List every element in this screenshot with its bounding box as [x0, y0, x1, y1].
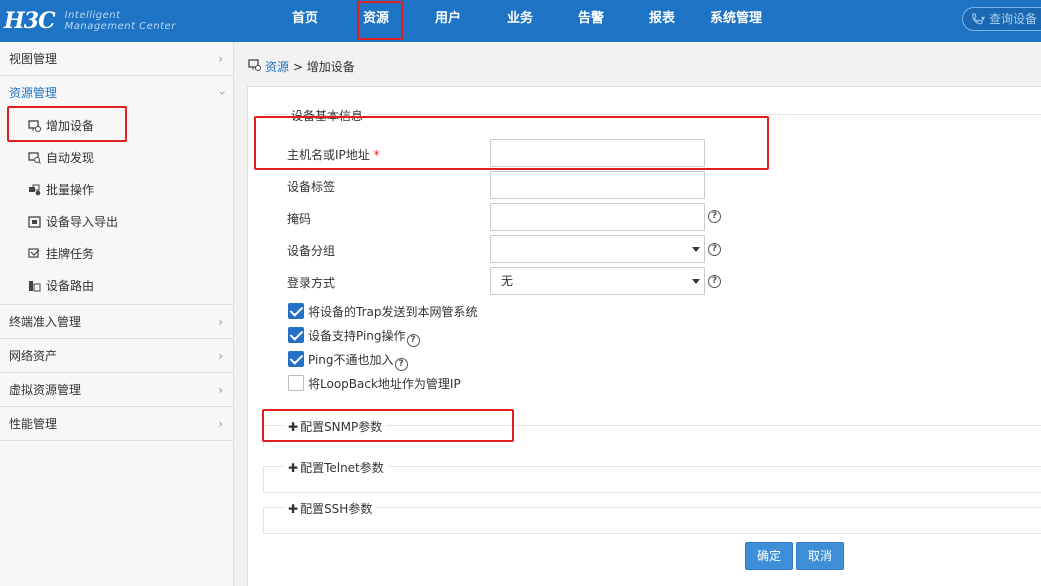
sidebar-item-device-route[interactable]: 设备路由	[0, 270, 233, 302]
sidebar-item-tag-task[interactable]: 挂牌任务	[0, 238, 233, 270]
login-label: 登录方式	[287, 276, 336, 290]
mask-label: 掩码	[287, 212, 312, 226]
chevron-right-icon: ›	[218, 315, 223, 329]
help-icon[interactable]: ?	[708, 275, 721, 288]
help-icon[interactable]: ?	[708, 243, 721, 256]
loopback-label: 将LoopBack地址作为管理IP	[308, 377, 461, 391]
breadcrumb: 资源 > 增加设备	[234, 42, 1041, 86]
fieldset-title: 设备基本信息	[287, 107, 368, 124]
sidebar-item-import-export[interactable]: 设备导入导出	[0, 206, 233, 238]
nav-user[interactable]: 用户	[412, 0, 484, 42]
chevron-right-icon: ›	[218, 349, 223, 363]
ssh-fieldset	[263, 507, 1041, 534]
mask-input[interactable]	[490, 203, 705, 231]
breadcrumb-resource-link[interactable]: 资源	[265, 60, 289, 74]
ping-fail-add-label: Ping不通也加入	[308, 353, 394, 367]
help-icon[interactable]: ?	[708, 210, 721, 223]
fieldset-divider	[263, 114, 1041, 115]
main-nav: 首页 资源 用户 业务 告警 报表 系统管理	[270, 0, 774, 42]
telnet-toggle[interactable]: ✚ 配置Telnet参数	[284, 459, 388, 476]
ok-button[interactable]: 确定	[745, 542, 793, 570]
sidebar-item-add-device[interactable]: 增加设备	[0, 110, 233, 142]
nav-home[interactable]: 首页	[270, 0, 340, 42]
ping-support-label: 设备支持Ping操作	[308, 329, 406, 343]
logo-text: H3C	[4, 8, 56, 34]
sidebar-section-resource[interactable]: 资源管理 ›	[0, 76, 233, 110]
chevron-down-icon: ›	[215, 90, 230, 96]
route-icon	[29, 281, 41, 292]
sidebar-section-assets[interactable]: 网络资产 ›	[0, 339, 233, 373]
h3c-logo: H3C Intelligent Management Center	[4, 4, 176, 38]
snmp-toggle[interactable]: ✚ 配置SNMP参数	[284, 418, 387, 435]
plus-icon: ✚	[288, 461, 299, 475]
batch-icon	[29, 184, 41, 196]
chevron-right-icon: ›	[218, 383, 223, 397]
tag-task-icon	[28, 248, 40, 258]
ping-fail-add-checkbox[interactable]	[288, 351, 304, 367]
logo-subtitle: Intelligent Management Center	[64, 10, 176, 32]
trap-checkbox[interactable]	[288, 303, 304, 319]
cancel-button[interactable]: 取消	[796, 542, 844, 570]
top-nav-bar: H3C Intelligent Management Center 首页 资源 …	[0, 0, 1041, 42]
sidebar: 视图管理 › 资源管理 › 增加设备 自动发现 批量操作 设备导入导出 挂牌任务	[0, 42, 234, 586]
group-label: 设备分组	[287, 244, 336, 258]
nav-alarm[interactable]: 告警	[556, 0, 626, 42]
login-select[interactable]: 无	[490, 267, 705, 295]
search-input[interactable]: 查询设备 ▾	[962, 7, 1041, 31]
breadcrumb-current: 增加设备	[306, 60, 355, 74]
help-icon[interactable]: ?	[394, 358, 408, 371]
nav-system[interactable]: 系统管理	[698, 0, 774, 42]
sidebar-section-virtual[interactable]: 虚拟资源管理 ›	[0, 373, 233, 407]
sidebar-section-view[interactable]: 视图管理 ›	[0, 42, 233, 76]
tag-label: 设备标签	[287, 180, 336, 194]
sidebar-resource-group: 资源管理 › 增加设备 自动发现 批量操作 设备导入导出 挂牌任务 设备路由	[0, 76, 233, 305]
host-label: 主机名或IP地址 *	[287, 148, 380, 162]
plus-icon: ✚	[288, 502, 299, 516]
dropdown-caret-icon	[692, 279, 700, 284]
tag-input[interactable]	[490, 171, 705, 199]
import-export-icon	[28, 216, 41, 228]
chevron-right-icon: ›	[218, 52, 223, 66]
device-icon	[248, 59, 261, 71]
host-input[interactable]	[490, 139, 705, 167]
trap-checkbox-label: 将设备的Trap发送到本网管系统	[308, 305, 478, 319]
required-mark: *	[373, 148, 380, 162]
ping-support-checkbox[interactable]	[288, 327, 304, 343]
chevron-right-icon: ›	[218, 417, 223, 431]
discover-icon	[28, 152, 41, 164]
nav-resource[interactable]: 资源	[340, 0, 412, 42]
add-device-icon	[28, 120, 41, 132]
loopback-checkbox[interactable]	[288, 375, 304, 391]
dropdown-caret-icon	[692, 247, 700, 252]
sidebar-section-performance[interactable]: 性能管理 ›	[0, 407, 233, 441]
plus-icon: ✚	[288, 420, 299, 434]
sidebar-item-batch[interactable]: 批量操作	[0, 174, 233, 206]
ssh-toggle[interactable]: ✚ 配置SSH参数	[284, 500, 377, 517]
nav-service[interactable]: 业务	[484, 0, 556, 42]
sidebar-section-endpoint[interactable]: 终端准入管理 ›	[0, 305, 233, 339]
chevron-down-icon: ▾	[981, 14, 986, 23]
help-icon[interactable]: ?	[406, 334, 420, 347]
group-select[interactable]	[490, 235, 705, 263]
sidebar-item-auto-discover[interactable]: 自动发现	[0, 142, 233, 174]
nav-report[interactable]: 报表	[626, 0, 698, 42]
